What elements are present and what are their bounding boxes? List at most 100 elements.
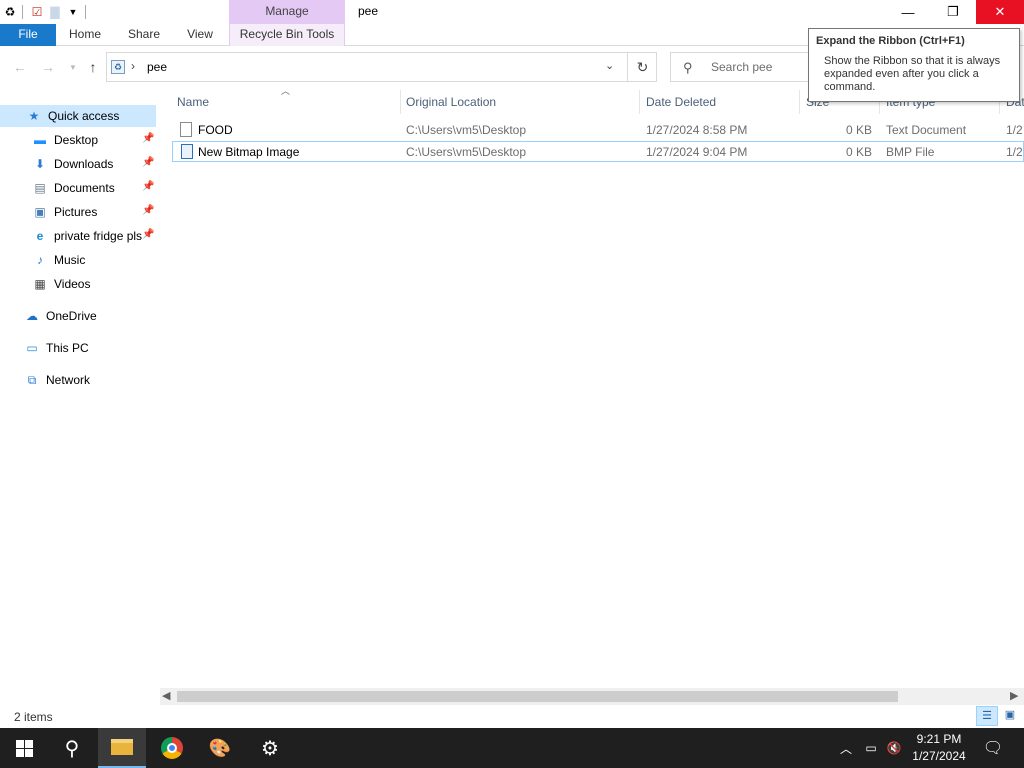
windows-logo-icon: [15, 739, 33, 757]
quick-access-toolbar: ♻ ☑ ▇ ▼: [0, 2, 90, 22]
videos-icon: ▦: [34, 277, 46, 291]
details-view-icon[interactable]: ☰: [976, 706, 998, 726]
maximize-button[interactable]: ❐: [930, 0, 976, 24]
tab-home[interactable]: Home: [58, 24, 112, 46]
show-hidden-icons-chevron-icon[interactable]: ︿: [838, 728, 854, 768]
date-modified: 1/2: [1006, 123, 1023, 137]
new-folder-icon[interactable]: ▇: [47, 4, 63, 20]
recycle-bin-icon: ♻: [111, 60, 125, 74]
sidebar-item-label: Network: [46, 373, 91, 387]
column-header-date-deleted[interactable]: Date Deleted: [646, 90, 716, 114]
divider: [85, 5, 86, 19]
customize-toolbar-icon[interactable]: ▼: [65, 4, 81, 20]
scrollbar-thumb[interactable]: [177, 691, 898, 702]
sidebar-item-desktop[interactable]: ▬ Desktop 📌: [0, 129, 156, 151]
star-icon: ★: [28, 109, 40, 123]
sidebar-item-label: Music: [54, 253, 86, 267]
table-row[interactable]: FOOD C:\Users\vm5\Desktop 1/27/2024 8:58…: [172, 120, 1024, 141]
clock-time: 9:21 PM: [916, 732, 962, 746]
pin-icon: 📌: [142, 133, 155, 144]
sidebar-item-downloads[interactable]: ⬇ Downloads 📌: [0, 153, 156, 175]
search-input[interactable]: ⚲ Search pee: [670, 52, 820, 82]
tab-recycle-bin-tools[interactable]: Recycle Bin Tools: [229, 24, 345, 46]
tab-share[interactable]: Share: [118, 24, 170, 46]
volume-muted-icon[interactable]: 🔇: [884, 728, 904, 768]
divider: [22, 5, 23, 19]
sidebar-item-pictures[interactable]: ▣ Pictures 📌: [0, 201, 156, 223]
network-icon: ⧉: [27, 372, 37, 387]
cloud-icon: ☁: [26, 309, 38, 323]
chrome-taskbar-icon[interactable]: [148, 728, 196, 768]
sidebar-item-network[interactable]: ⧉ Network: [0, 369, 156, 391]
pin-icon: 📌: [142, 229, 155, 240]
sidebar-item-music[interactable]: ♪ Music: [0, 249, 156, 271]
file-name: New Bitmap Image: [198, 145, 300, 159]
scroll-right-icon[interactable]: ▶: [1010, 689, 1018, 702]
breadcrumb[interactable]: pee: [147, 60, 167, 74]
tab-view[interactable]: View: [176, 24, 224, 46]
notifications-icon[interactable]: 🗨: [978, 728, 1008, 768]
large-icons-view-icon[interactable]: ▣: [1001, 708, 1019, 724]
start-button[interactable]: [0, 728, 48, 768]
search-taskbar-icon[interactable]: ⚲: [48, 728, 96, 768]
sidebar-item-quick-access[interactable]: ★ Quick access: [0, 105, 156, 127]
column-divider[interactable]: [400, 90, 401, 114]
pin-icon: 📌: [142, 205, 155, 216]
item-type: BMP File: [886, 145, 935, 159]
download-icon: ⬇: [34, 157, 46, 171]
computer-icon: ▭: [26, 341, 38, 355]
item-count: 2 items: [14, 710, 53, 724]
file-explorer-taskbar-icon[interactable]: [98, 728, 146, 768]
up-arrow-icon[interactable]: ↑: [83, 57, 103, 77]
refresh-icon[interactable]: ↻: [627, 53, 657, 81]
column-header-name[interactable]: Name: [177, 90, 209, 114]
recent-locations-chevron-icon[interactable]: ▼: [63, 57, 83, 77]
sidebar-item-documents[interactable]: ▤ Documents 📌: [0, 177, 156, 199]
taskbar: ⚲ 🎨 ⚙ ︿ ▭ 🔇 9:21 PM 1/27/2024 🗨: [0, 728, 1024, 768]
sidebar-item-private-fridge-pls[interactable]: e private fridge pls 📌: [0, 225, 156, 247]
sidebar-item-videos[interactable]: ▦ Videos: [0, 273, 156, 295]
properties-icon[interactable]: ☑: [29, 4, 45, 20]
scroll-left-icon[interactable]: ◀: [162, 689, 170, 702]
column-divider[interactable]: [639, 90, 640, 114]
chrome-icon: [161, 737, 183, 759]
date-deleted: 1/27/2024 8:58 PM: [646, 123, 748, 137]
search-icon: ⚲: [683, 60, 693, 75]
close-button[interactable]: ✕: [976, 0, 1024, 24]
breadcrumb-chevron-icon[interactable]: ›: [131, 59, 135, 73]
item-type: Text Document: [886, 123, 967, 137]
column-header-original-location[interactable]: Original Location: [406, 90, 496, 114]
column-divider[interactable]: [799, 90, 800, 114]
tooltip-title: Expand the Ribbon (Ctrl+F1): [816, 35, 965, 47]
sidebar-item-onedrive[interactable]: ☁ OneDrive: [0, 305, 156, 327]
tab-file[interactable]: File: [0, 24, 56, 46]
pictures-icon: ▣: [34, 205, 46, 219]
folder-icon: [111, 739, 133, 755]
sidebar-item-label: Desktop: [54, 133, 99, 147]
sidebar-item-label: private fridge pls: [54, 229, 142, 243]
network-tray-icon[interactable]: ▭: [862, 728, 880, 768]
settings-gear-icon[interactable]: ⚙: [246, 728, 294, 768]
desktop-icon: ▬: [34, 133, 46, 147]
taskbar-clock[interactable]: 9:21 PM 1/27/2024: [906, 731, 972, 765]
address-bar[interactable]: ♻ › pee ⌄ ↻: [106, 52, 657, 82]
minimize-button[interactable]: —: [885, 0, 931, 24]
date-modified: 1/2: [1006, 145, 1023, 159]
address-dropdown-icon[interactable]: ⌄: [605, 59, 614, 72]
horizontal-scrollbar[interactable]: ◀ ▶: [160, 688, 1024, 705]
text-file-icon: [180, 122, 192, 137]
paint-taskbar-icon[interactable]: 🎨: [196, 728, 244, 768]
status-bar: 2 items ☰ ▣: [0, 706, 1024, 728]
search-placeholder: Search pee: [711, 60, 773, 74]
table-row[interactable]: New Bitmap Image C:\Users\vm5\Desktop 1/…: [172, 141, 1024, 162]
sidebar-item-label: Documents: [54, 181, 115, 195]
back-arrow-icon[interactable]: ←: [10, 57, 30, 77]
date-deleted: 1/27/2024 9:04 PM: [646, 145, 748, 159]
sidebar-item-label: Pictures: [54, 205, 98, 219]
window-title: pee: [358, 4, 379, 18]
forward-arrow-icon[interactable]: →: [38, 57, 58, 77]
recycle-bin-icon: ♻: [4, 5, 16, 19]
sidebar-item-this-pc[interactable]: ▭ This PC: [0, 337, 156, 359]
sidebar-item-label: Downloads: [54, 157, 114, 171]
file-size: 0 KB: [845, 145, 872, 159]
